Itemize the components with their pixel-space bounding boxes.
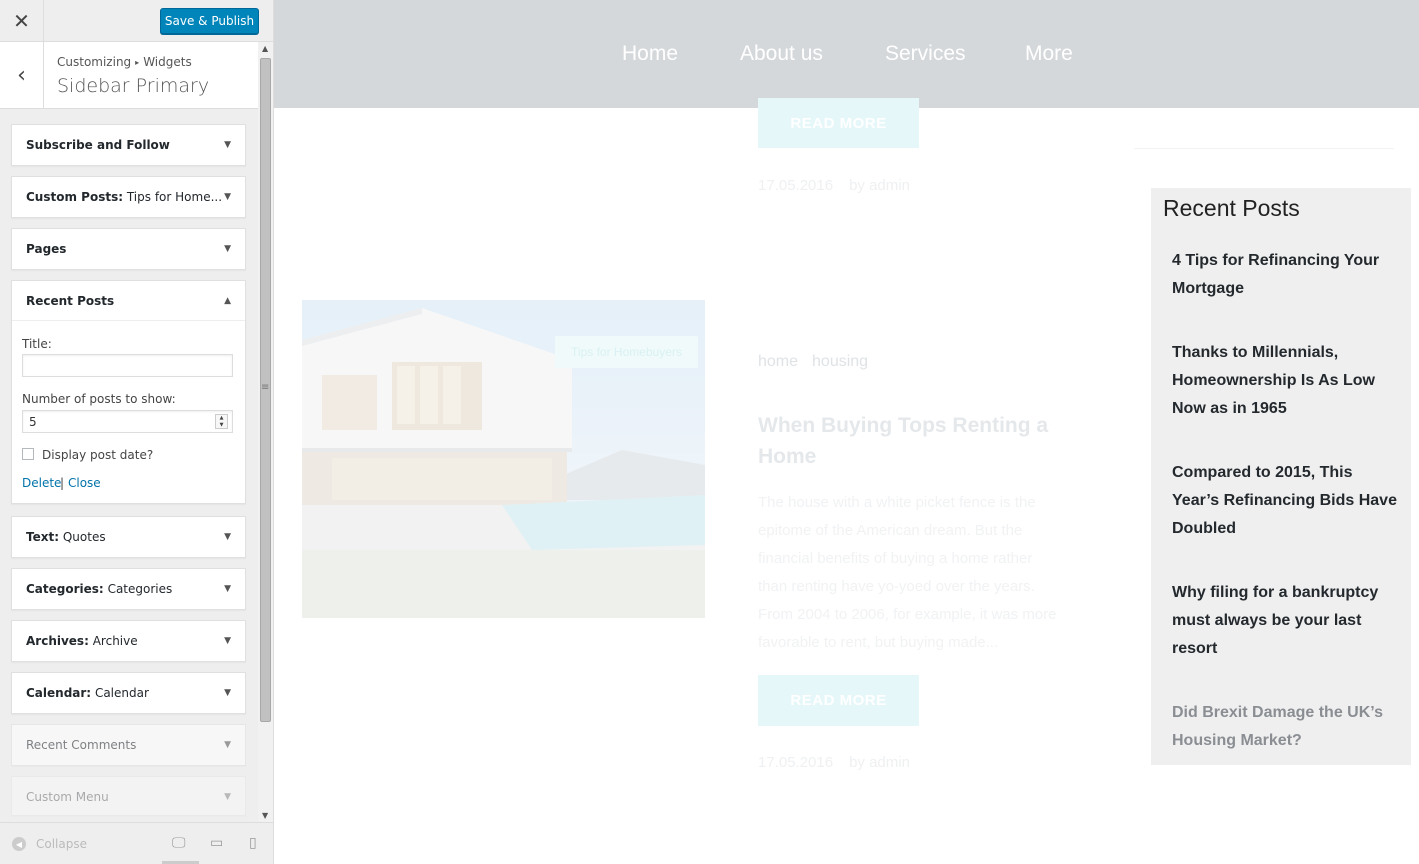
resize-handle-icon[interactable]: ≡ (261, 382, 269, 393)
breadcrumb-separator-icon: ▸ (135, 58, 140, 67)
widget-categories[interactable]: Categories: Categories ▼ (11, 568, 246, 610)
post-meta: 17.05.2016 by admin (758, 754, 910, 771)
widget-archives[interactable]: Archives: Archive ▼ (11, 620, 246, 662)
widget-name: Text: (26, 530, 60, 544)
expand-arrow-icon[interactable]: ▼ (224, 792, 231, 802)
breadcrumb-root: Customizing (57, 55, 132, 69)
title-label: Title: (22, 337, 52, 351)
post-date: 17.05.2016 (758, 754, 834, 771)
expand-arrow-icon[interactable]: ▼ (224, 244, 231, 254)
post-date: 17.05.2016 (758, 177, 834, 194)
display-date-checkbox[interactable] (22, 448, 34, 460)
recent-posts-widget: Recent Posts 4 Tips for Refinancing Your… (1151, 188, 1411, 765)
post-tags: home housing (758, 353, 882, 371)
desktop-preview-icon[interactable]: 🖵 (172, 835, 186, 851)
widget-custom-menu[interactable]: Custom Menu ▼ (11, 776, 246, 816)
post-title[interactable]: When Buying Tops Renting a Home (758, 410, 1068, 472)
delete-link[interactable]: Delete (22, 476, 61, 490)
close-icon[interactable]: ✕ (0, 0, 44, 42)
widget-subtitle: Quotes (62, 530, 106, 544)
breadcrumb: Customizing ▸ Widgets (57, 55, 192, 69)
tag-link[interactable]: housing (812, 353, 868, 370)
expand-arrow-icon[interactable]: ▼ (224, 140, 231, 150)
widget-name: Recent Comments (26, 738, 137, 752)
title-input[interactable] (22, 354, 233, 377)
scroll-down-arrow-icon[interactable]: ▼ (262, 811, 268, 820)
spinner-icon[interactable]: ▲ ▼ (215, 414, 228, 429)
widget-name: Archives: (26, 634, 89, 648)
save-publish-button[interactable]: Save & Publish (160, 8, 259, 34)
expand-arrow-icon[interactable]: ▼ (224, 688, 231, 698)
widget-name: Recent Posts (26, 293, 115, 308)
recent-posts-title: Recent Posts (1163, 195, 1300, 221)
expand-arrow-icon[interactable]: ▼ (224, 584, 231, 594)
breadcrumb-current: Widgets (143, 55, 192, 69)
recent-post-link[interactable]: Compared to 2015, This Year’s Refinancin… (1172, 459, 1400, 543)
collapse-arrow-icon: ◀ (12, 837, 26, 851)
post-meta: 17.05.2016 by admin (758, 177, 910, 194)
post-featured-image[interactable]: Tips for Homebuyers (302, 300, 705, 618)
post-category-badge[interactable]: Tips for Homebuyers (555, 336, 698, 368)
customizer-panel: ✕ Save & Publish ‹ Customizing ▸ Widgets S… (0, 0, 274, 864)
widget-subtitle: Categories (107, 582, 173, 596)
number-of-posts-input[interactable]: 5 ▲ ▼ (22, 410, 233, 433)
link-separator: | (60, 476, 65, 490)
nav-item-home[interactable]: Home (622, 42, 678, 66)
recent-post-link[interactable]: Why filing for a bankruptcy must always … (1172, 579, 1400, 663)
customizer-header: ✕ Save & Publish (0, 0, 273, 42)
recent-post-link[interactable]: 4 Tips for Refinancing Your Mortgage (1172, 247, 1400, 303)
expand-arrow-icon[interactable]: ▼ (224, 636, 231, 646)
read-more-button[interactable]: READ MORE (758, 98, 919, 148)
expand-arrow-icon[interactable]: ▼ (224, 532, 231, 542)
close-link[interactable]: Close (68, 476, 101, 490)
collapse-button[interactable]: ◀ Collapse (12, 837, 87, 851)
widget-recent-posts: Recent Posts ▲ Title: Number of posts to … (11, 280, 246, 504)
collapse-label: Collapse (36, 837, 87, 851)
scroll-up-arrow-icon[interactable]: ▲ (262, 44, 268, 53)
section-header: ‹ Customizing ▸ Widgets Sidebar Primary (0, 42, 258, 109)
widget-name: Pages (26, 242, 67, 256)
expand-arrow-icon[interactable]: ▼ (224, 740, 231, 750)
widget-recent-posts-header[interactable]: Recent Posts ▲ (12, 281, 245, 321)
divider (1134, 148, 1394, 149)
tag-link[interactable]: home (758, 353, 798, 370)
number-of-posts-label: Number of posts to show: (22, 392, 176, 406)
mobile-preview-icon[interactable]: ▯ (249, 835, 257, 851)
number-of-posts-value: 5 (29, 415, 37, 429)
display-date-label: Display post date? (42, 448, 154, 462)
read-more-button[interactable]: READ MORE (758, 675, 919, 726)
widget-custom-posts[interactable]: Custom Posts: Tips for Home... ▼ (11, 176, 246, 218)
nav-item-services[interactable]: Services (885, 42, 966, 66)
widget-subtitle: Tips for Home... (126, 190, 223, 204)
widget-subscribe-and-follow[interactable]: Subscribe and Follow ▼ (11, 124, 246, 166)
back-arrow-icon[interactable]: ‹ (0, 42, 44, 108)
site-preview: Home About us Services More READ MORE 17… (274, 0, 1419, 864)
post-author[interactable]: by admin (849, 177, 910, 194)
panel-scrollbar[interactable]: ▲ ▼ (258, 42, 273, 822)
customizer-footer: ◀ Collapse 🖵 ▭ ▯ (0, 822, 273, 864)
site-navigation: Home About us Services More (274, 0, 1419, 108)
recent-post-link[interactable]: Thanks to Millennials, Homeownership Is … (1172, 339, 1400, 423)
tablet-preview-icon[interactable]: ▭ (210, 835, 223, 851)
widget-recent-comments[interactable]: Recent Comments ▼ (11, 724, 246, 766)
nav-item-about-us[interactable]: About us (740, 42, 823, 66)
widget-name: Custom Posts: (26, 190, 124, 204)
widget-name: Custom Menu (26, 790, 109, 804)
widget-pages[interactable]: Pages ▼ (11, 228, 246, 270)
post-author[interactable]: by admin (849, 754, 910, 771)
widget-name: Subscribe and Follow (26, 138, 170, 152)
post-excerpt: The house with a white picket fence is t… (758, 494, 1057, 651)
widget-subtitle: Archive (92, 634, 138, 648)
section-title: Sidebar Primary (57, 75, 210, 97)
widget-calendar[interactable]: Calendar: Calendar ▼ (11, 672, 246, 714)
widget-subtitle: Calendar (94, 686, 149, 700)
nav-item-more[interactable]: More (1025, 42, 1073, 66)
widget-name: Calendar: (26, 686, 92, 700)
expand-arrow-icon[interactable]: ▼ (224, 192, 231, 202)
recent-post-link[interactable]: Did Brexit Damage the UK’s Housing Marke… (1172, 699, 1400, 755)
collapse-arrow-icon[interactable]: ▲ (224, 296, 231, 306)
widget-text-quotes[interactable]: Text: Quotes ▼ (11, 516, 246, 558)
widget-name: Categories: (26, 582, 104, 596)
